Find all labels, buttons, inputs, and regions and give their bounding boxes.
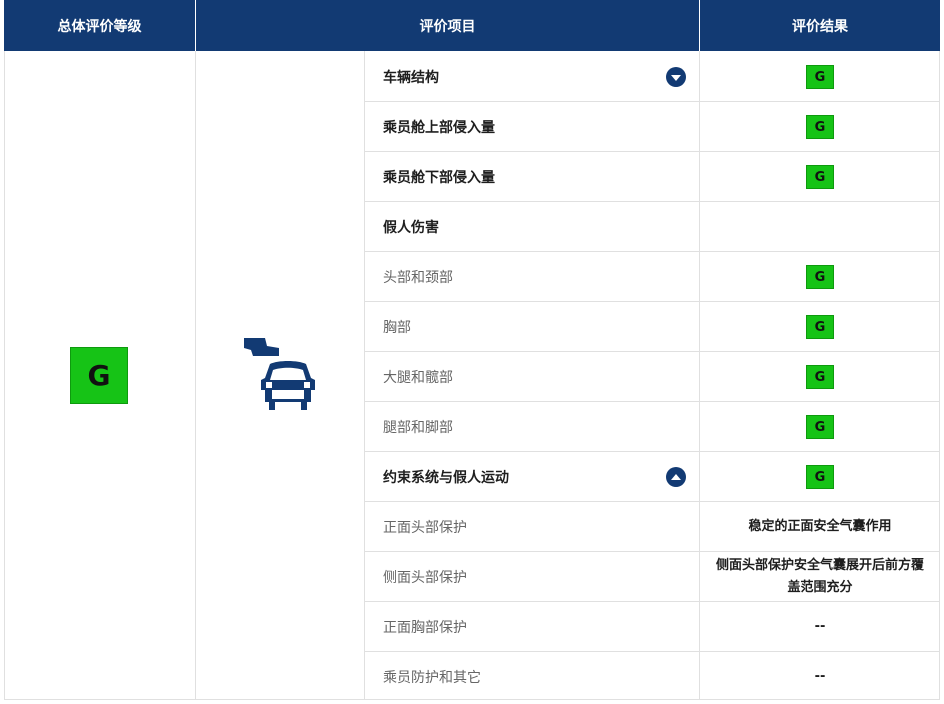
table-row: 正面胸部保护 --: [364, 602, 940, 652]
row-result: G: [700, 152, 940, 202]
row-label: 车辆结构: [383, 70, 439, 86]
row-result: G: [700, 402, 940, 452]
row-result: G: [700, 302, 940, 352]
row-label: 正面头部保护: [383, 520, 467, 536]
row-label: 乘员防护和其它: [383, 670, 481, 686]
row-result: --: [700, 652, 940, 702]
row-label: 假人伤害: [383, 220, 439, 236]
table-row: 侧面头部保护 侧面头部保护安全气囊展开后前方覆盖范围充分: [364, 552, 940, 602]
row-label: 乘员舱下部侵入量: [383, 170, 495, 186]
rating-badge: G: [806, 115, 834, 139]
row-label: 侧面头部保护: [383, 570, 467, 586]
row-label: 头部和颈部: [383, 270, 453, 286]
table-header: 总体评价等级 评价项目 评价结果: [4, 0, 940, 51]
row-result: [700, 202, 940, 252]
row-result: 稳定的正面安全气囊作用: [700, 502, 940, 552]
row-label: 腿部和脚部: [383, 420, 453, 436]
frontal-crash-car-icon: [244, 338, 315, 410]
chevron-down-icon[interactable]: [666, 67, 686, 87]
row-result: G: [700, 352, 940, 402]
table-row: 假人伤害: [364, 202, 940, 252]
row-label: 约束系统与假人运动: [383, 470, 509, 486]
rating-badge: G: [806, 415, 834, 439]
chevron-up-icon[interactable]: [666, 467, 686, 487]
row-label: 正面胸部保护: [383, 620, 467, 636]
row-label: 大腿和髋部: [383, 370, 453, 386]
header-items: 评价项目: [419, 18, 476, 35]
rating-badge: G: [806, 315, 834, 339]
table-row: 大腿和髋部 G: [364, 352, 940, 402]
table-row: 乘员舱上部侵入量 G: [364, 102, 940, 152]
row-result: G: [700, 52, 940, 102]
row-result: G: [700, 452, 940, 502]
row-label: 乘员舱上部侵入量: [383, 120, 495, 136]
header-result: 评价结果: [792, 18, 848, 35]
table-row: 约束系统与假人运动 G: [364, 452, 940, 502]
result-text: 稳定的正面安全气囊作用: [748, 519, 892, 534]
header-overall: 总体评价等级: [57, 18, 142, 35]
row-result: --: [700, 602, 940, 652]
rating-table: 总体评价等级 评价项目 评价结果 G 车辆结构 G 乘员舱上部侵入量 G 乘员舱下部侵入…: [0, 0, 944, 704]
overall-rating-badge: G: [70, 347, 128, 404]
row-result: G: [700, 102, 940, 152]
result-text: 侧面头部保护安全气囊展开后前方覆盖范围充分: [715, 558, 924, 595]
table-row: 头部和颈部 G: [364, 252, 940, 302]
row-result: G: [700, 252, 940, 302]
result-text: --: [814, 619, 826, 634]
rating-badge: G: [806, 365, 834, 389]
rating-badge: G: [806, 465, 834, 489]
table-row: 正面头部保护 稳定的正面安全气囊作用: [364, 502, 940, 552]
table-row: 胸部 G: [364, 302, 940, 352]
table-row: 乘员舱下部侵入量 G: [364, 152, 940, 202]
table-row: 腿部和脚部 G: [364, 402, 940, 452]
table-row: 乘员防护和其它 --: [364, 652, 940, 702]
rating-badge: G: [806, 165, 834, 189]
row-label: 胸部: [383, 320, 411, 336]
rating-badge: G: [806, 265, 834, 289]
rating-badge: G: [806, 65, 834, 89]
result-text: --: [814, 669, 826, 684]
row-result: 侧面头部保护安全气囊展开后前方覆盖范围充分: [700, 552, 940, 602]
table-row: 车辆结构 G: [364, 52, 940, 102]
